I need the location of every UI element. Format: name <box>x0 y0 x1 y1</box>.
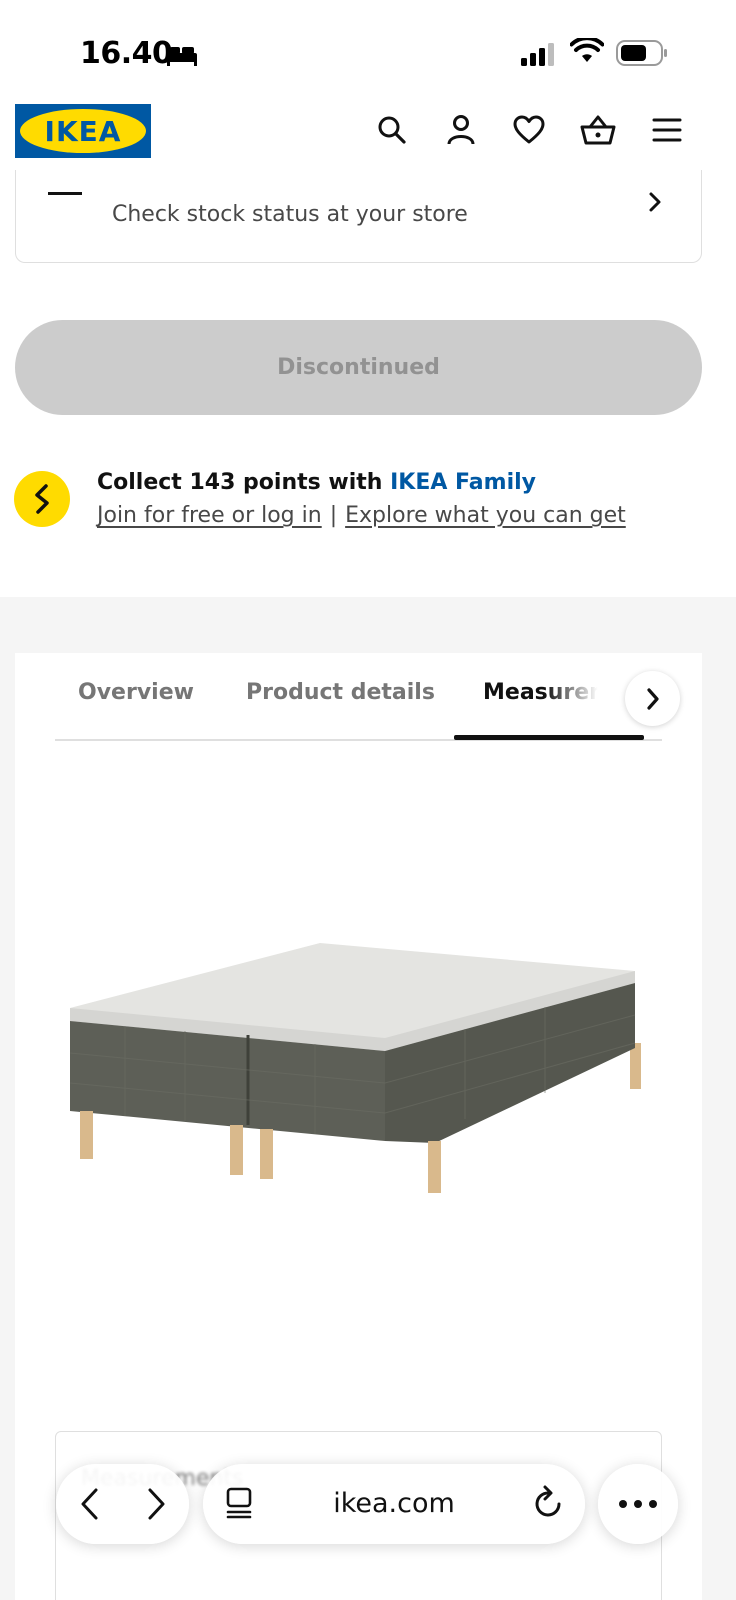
battery-icon <box>616 40 668 70</box>
product-image[interactable] <box>65 943 665 1227</box>
store-stock-card[interactable]: Check stock status at your store <box>15 170 702 263</box>
bed-leg <box>80 1111 93 1159</box>
reload-icon[interactable] <box>533 1484 565 1524</box>
product-tabs: Overview Product details Measurements <box>55 653 680 741</box>
chevron-right-icon <box>646 687 659 710</box>
basket-icon[interactable] <box>580 112 616 148</box>
menu-icon[interactable] <box>649 112 685 148</box>
search-icon[interactable] <box>374 112 410 148</box>
ikea-logo-text: IKEA <box>45 115 122 148</box>
bed-leg <box>260 1129 273 1179</box>
heart-icon[interactable] <box>511 112 547 148</box>
chevron-right-icon <box>647 190 663 218</box>
ikea-family-link[interactable]: IKEA Family <box>390 470 536 495</box>
signal-icon <box>520 42 558 70</box>
link-separator: | <box>329 503 338 528</box>
active-tab-indicator <box>454 735 644 740</box>
product-info-panel: Overview Product details Measurements <box>15 653 702 1600</box>
profile-icon[interactable] <box>443 112 479 148</box>
wifi-icon <box>569 36 605 68</box>
browser-toolbar: ikea.com <box>0 1460 736 1600</box>
bed-leg <box>630 1043 641 1089</box>
join-or-login-link[interactable]: Join for free or log in <box>97 503 322 528</box>
bed-leg <box>230 1125 243 1175</box>
bed-icon <box>166 44 198 70</box>
more-button[interactable] <box>598 1464 678 1544</box>
tab-product-details[interactable]: Product details <box>246 680 435 705</box>
stock-status-indicator <box>48 192 82 195</box>
url-text: ikea.com <box>333 1488 455 1519</box>
family-points-title: Collect 143 points with IKEA Family <box>97 470 536 495</box>
status-bar: 16.40 <box>0 0 736 100</box>
back-icon[interactable] <box>68 1482 112 1526</box>
navigation-pill <box>56 1464 189 1544</box>
stock-status-label: Check stock status at your store <box>112 202 468 227</box>
tab-overview[interactable]: Overview <box>78 680 194 705</box>
family-links: Join for free or log in | Explore what you… <box>97 503 626 528</box>
forward-icon[interactable] <box>134 1482 178 1526</box>
discontinued-button[interactable]: Discontinued <box>15 320 702 415</box>
more-icon <box>619 1500 657 1508</box>
bed-leg <box>428 1141 441 1193</box>
ikea-family-icon <box>14 471 70 527</box>
family-points-text: Collect 143 points with <box>97 470 391 495</box>
tab-scroll-right-button[interactable] <box>625 671 680 726</box>
address-bar[interactable]: ikea.com <box>203 1464 585 1544</box>
ikea-logo[interactable]: IKEA <box>15 104 151 158</box>
explore-benefits-link[interactable]: Explore what you can get <box>345 503 626 528</box>
status-time: 16.40 <box>80 36 173 71</box>
